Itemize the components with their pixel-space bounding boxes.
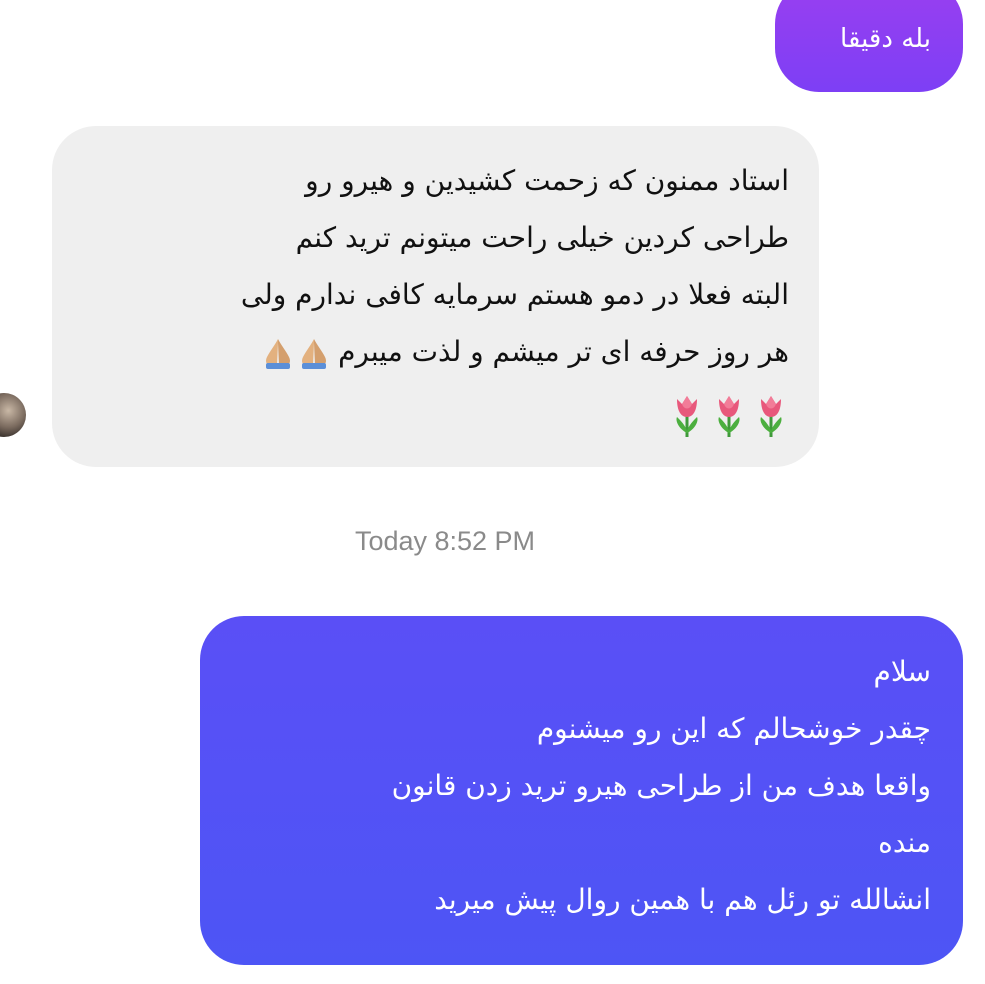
folded-hands-icon — [266, 339, 291, 369]
message-line: سلام — [873, 655, 931, 688]
message-line: طراحی کردین خیلی راحت میتونم ترید کنم — [295, 221, 789, 254]
incoming-message-bubble[interactable]: استاد ممنون که زحمت کشیدین و هیرو رو طرا… — [52, 126, 819, 467]
message-line: البته فعلا در دمو هستم سرمایه کافی ندارم… — [240, 278, 789, 311]
message-timestamp: Today 8:52 PM — [354, 526, 536, 556]
message-text: بله دقیقا — [840, 24, 931, 54]
folded-hands-icon — [302, 339, 327, 369]
emoji-row — [76, 380, 789, 443]
message-line-text: هر روز حرفه ای تر میشم و لذت میبرم — [338, 335, 789, 368]
message-line: منده — [878, 826, 931, 859]
tulip-icon — [718, 396, 740, 437]
message-line-with-emoji: هر روز حرفه ای تر میشم و لذت میبرم — [76, 323, 789, 380]
sender-avatar[interactable] — [0, 393, 26, 437]
outgoing-message-bubble[interactable]: بله دقیقا — [775, 0, 963, 92]
message-line: چقدر خوشحالم که این رو میشنوم — [536, 712, 931, 745]
message-line: واقعا هدف من از طراحی هیرو ترید زدن قانو… — [391, 769, 931, 802]
tulip-icon — [760, 396, 782, 437]
message-line: استاد ممنون که زحمت کشیدین و هیرو رو — [305, 164, 789, 197]
outgoing-message-bubble[interactable]: سلام چقدر خوشحالم که این رو میشنوم واقعا… — [200, 616, 963, 965]
tulip-icon — [676, 396, 698, 437]
chat-thread: بله دقیقا استاد ممنون که زحمت کشیدین و ه… — [0, 0, 985, 984]
message-line: انشالله تو رئل هم با همین روال پیش میرید — [434, 883, 931, 916]
